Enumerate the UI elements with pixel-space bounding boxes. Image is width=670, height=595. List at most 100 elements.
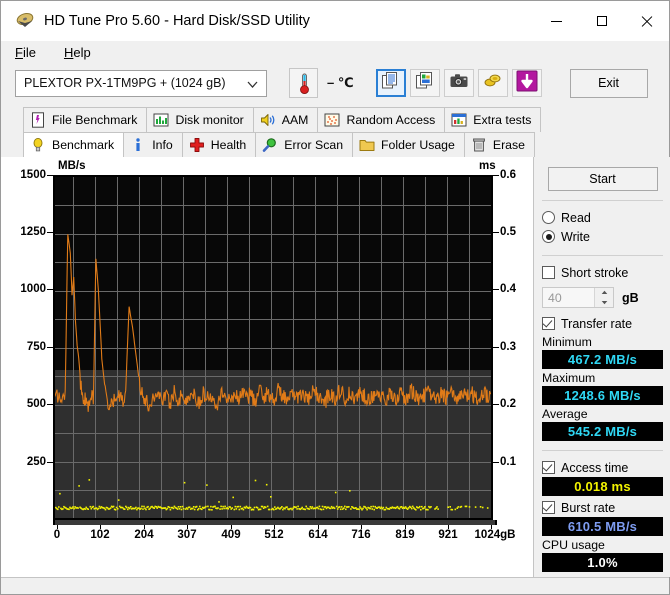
xtick-0: 0 <box>53 529 61 541</box>
divider <box>542 450 663 451</box>
stepper-arrows[interactable] <box>594 288 613 307</box>
minimum-label: Minimum <box>542 335 592 349</box>
xtick-102: 102 <box>90 529 110 541</box>
radio-read-icon <box>542 211 555 224</box>
ytick-500: 500 <box>26 398 46 410</box>
ytick-1500: 1500 <box>20 169 46 181</box>
menu-file-rest: ile <box>22 44 36 60</box>
ytick-1000: 1000 <box>20 283 46 295</box>
tab-error-scan[interactable]: Error Scan <box>255 132 353 157</box>
radio-write-label: Write <box>561 229 590 244</box>
radio-read-label: Read <box>561 210 591 225</box>
minimize-button[interactable] <box>534 1 579 41</box>
maximum-label: Maximum <box>542 371 596 385</box>
short-stroke-input[interactable] <box>543 289 598 306</box>
benchmark-chart: MB/s ms 1500 1250 1000 750 500 250 0.6 0… <box>1 157 533 577</box>
chart-left-axis-label: MB/s <box>58 160 86 172</box>
scatter-icon <box>324 112 340 128</box>
minimum-value: 467.2 MB/s <box>542 350 663 369</box>
radio-write[interactable]: Write <box>542 227 663 246</box>
burst-rate-value: 610.5 MB/s <box>542 517 663 536</box>
tab-extra-tests[interactable]: Extra tests <box>444 107 542 132</box>
tab-health[interactable]: Health <box>181 132 256 157</box>
gold-coins-icon <box>484 73 501 93</box>
benchmark-panel: MB/s ms 1500 1250 1000 750 500 250 0.6 0… <box>1 157 670 577</box>
ytick-250: 250 <box>26 456 46 468</box>
ytick-750: 750 <box>26 341 46 353</box>
xtick-307: 307 <box>177 529 197 541</box>
info-icon <box>130 137 146 153</box>
tickmark-right <box>493 175 499 176</box>
options-panel: Start Read Write Short stroke 40 gB Tran… <box>533 157 670 577</box>
copy-image-button[interactable] <box>409 69 440 97</box>
coins-button[interactable] <box>477 69 508 97</box>
tab-label: Error Scan <box>284 138 344 152</box>
series-layer <box>55 234 491 511</box>
tab-label: Info <box>152 138 173 152</box>
drive-select-value: PLEXTOR PX-1TM9PG + (1024 gB) <box>24 76 226 90</box>
plot-area <box>53 175 493 520</box>
copy-text-button[interactable] <box>375 69 406 97</box>
tab-aam[interactable]: AAM <box>252 107 318 132</box>
checkbox-access-time[interactable]: Access time <box>542 458 663 477</box>
divider <box>542 200 663 201</box>
short-stroke-size-row: gB <box>542 287 663 308</box>
download-button[interactable] <box>511 69 542 97</box>
toolbar-buttons <box>375 69 546 97</box>
tab-label: Health <box>210 138 247 152</box>
thermometer-icon <box>299 73 309 95</box>
tab-benchmark[interactable]: Benchmark <box>23 132 124 157</box>
average-label: Average <box>542 407 588 421</box>
access-time-dots <box>55 479 489 511</box>
copy-image-icon <box>416 72 433 94</box>
tab-file-benchmark[interactable]: File Benchmark <box>23 107 147 132</box>
checkbox-burst-rate[interactable]: Burst rate <box>542 498 663 517</box>
xtick-716: 716 <box>351 529 371 541</box>
close-button[interactable] <box>624 1 669 41</box>
xtick-614: 614 <box>308 529 328 541</box>
x-axis-base <box>53 520 497 525</box>
toolbar: PLEXTOR PX-1TM9PG + (1024 gB) – ℃ Exit <box>1 63 669 103</box>
maximize-button[interactable] <box>579 1 624 41</box>
menu-file[interactable]: File <box>12 44 39 61</box>
menu-help[interactable]: Help <box>61 44 94 61</box>
transfer-rate-line <box>55 234 491 412</box>
folder-icon <box>359 137 375 153</box>
xtick-819: 819 <box>395 529 415 541</box>
temperature-button[interactable] <box>289 68 318 98</box>
checkbox-burst-rate-icon <box>542 501 555 514</box>
speaker-icon <box>260 112 276 128</box>
tab-folder-usage[interactable]: Folder Usage <box>352 132 464 157</box>
tab-row-1: File Benchmark Disk monitor AAM Random A… <box>1 107 669 132</box>
access-time-value: 0.018 ms <box>542 477 663 496</box>
screenshot-button[interactable] <box>443 69 474 97</box>
tab-label: Benchmark <box>52 138 115 152</box>
chart-right-axis-label: ms <box>479 160 496 172</box>
tab-random-access[interactable]: Random Access <box>317 107 445 132</box>
cpu-usage-value: 1.0% <box>542 553 663 572</box>
checkbox-short-stroke[interactable]: Short stroke <box>542 263 663 282</box>
start-button[interactable]: Start <box>547 167 658 191</box>
temperature-value: – ℃ <box>327 75 354 90</box>
stepper-up-icon[interactable] <box>595 288 613 298</box>
tab-disk-monitor[interactable]: Disk monitor <box>146 107 253 132</box>
hdtune-logo-icon <box>15 12 35 30</box>
down-arrow-icon <box>516 70 538 97</box>
tickmark-right <box>493 232 499 233</box>
xtick-512: 512 <box>264 529 284 541</box>
tickmark-right <box>493 404 499 405</box>
tab-info[interactable]: Info <box>123 132 182 157</box>
tab-erase[interactable]: Erase <box>463 132 535 157</box>
status-bar <box>1 577 669 594</box>
chevron-down-icon <box>247 80 258 89</box>
xtick-921: 921 <box>438 529 458 541</box>
checkbox-transfer-rate-icon <box>542 317 555 330</box>
exit-button[interactable]: Exit <box>569 68 648 98</box>
drive-select[interactable]: PLEXTOR PX-1TM9PG + (1024 gB) <box>15 69 267 97</box>
radio-read[interactable]: Read <box>542 208 663 227</box>
stepper-down-icon[interactable] <box>595 298 613 308</box>
tab-label: Random Access <box>346 113 436 127</box>
short-stroke-stepper[interactable] <box>542 287 614 308</box>
checkbox-transfer-rate[interactable]: Transfer rate <box>542 314 663 333</box>
tab-label: Extra tests <box>473 113 532 127</box>
